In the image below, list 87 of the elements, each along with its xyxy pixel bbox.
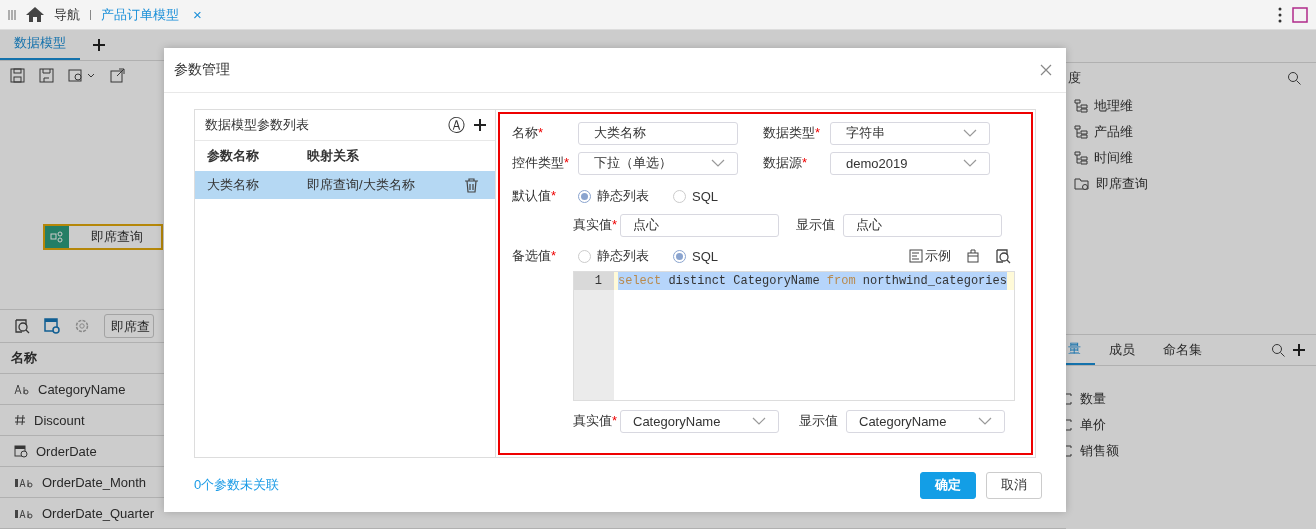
cancel-button[interactable]: 取消 xyxy=(986,471,1042,499)
home-icon[interactable] xyxy=(26,7,44,22)
field-label: 数据源* xyxy=(763,154,809,172)
panel-title: 度 xyxy=(1068,69,1081,87)
name-field[interactable]: 大类名称 xyxy=(578,121,738,145)
dimension-item[interactable]: 即席查询 xyxy=(1096,175,1148,193)
display-value-field[interactable]: 点心 xyxy=(843,213,1002,237)
dimension-item[interactable]: 时间维 xyxy=(1094,149,1133,167)
hash-icon xyxy=(14,414,26,426)
field-name: OrderDate_Quarter xyxy=(42,505,154,521)
field-name: OrderDate_Month xyxy=(42,474,147,490)
radio-label: 静态列表 xyxy=(597,247,649,265)
data-source-select[interactable]: demo2019 xyxy=(830,151,990,175)
measure-item[interactable]: 销售额 xyxy=(1080,442,1119,460)
radio-label: SQL xyxy=(692,248,718,264)
parameter-row[interactable]: 大类名称 即席查询/大类名称 xyxy=(195,171,495,199)
real-value-select[interactable]: CategoryName xyxy=(620,409,779,433)
radio-label: SQL xyxy=(692,188,718,204)
document-icon[interactable] xyxy=(909,249,923,263)
field-label: 显示值 xyxy=(799,412,839,430)
dialog-title: 参数管理 xyxy=(174,61,230,79)
more-icon[interactable] xyxy=(1278,6,1282,23)
settings-dropdown-icon[interactable] xyxy=(68,68,96,84)
field-label: 数据类型* xyxy=(763,124,822,142)
sql-editor[interactable]: 1 select distinct CategoryName from northwind_categories xyxy=(573,271,1015,401)
add-parameter-icon[interactable] xyxy=(473,118,487,132)
level-type-icon xyxy=(14,507,34,519)
chevron-icon xyxy=(978,417,992,425)
measure-item[interactable]: 数量 xyxy=(1080,390,1106,408)
add-icon[interactable] xyxy=(1292,343,1306,357)
search-icon[interactable] xyxy=(1271,342,1286,358)
panel-tab[interactable]: 命名集 xyxy=(1149,336,1216,364)
field-label: 显示值 xyxy=(796,216,836,234)
field-label: 控件类型* xyxy=(512,154,571,172)
search-icon[interactable] xyxy=(1287,70,1302,86)
maximize-icon[interactable] xyxy=(1292,6,1308,23)
line-number: 1 xyxy=(574,272,614,290)
close-icon[interactable] xyxy=(1040,64,1052,76)
search-field[interactable]: 即席查 xyxy=(104,314,154,338)
display-value-select[interactable]: CategoryName xyxy=(846,409,1005,433)
column-header: 参数名称 xyxy=(207,147,260,165)
real-value-field[interactable]: 点心 xyxy=(620,213,779,237)
query-icon xyxy=(50,231,64,244)
bracket-icon xyxy=(1066,419,1072,431)
add-tab-icon[interactable] xyxy=(92,38,106,53)
folder-icon xyxy=(1074,177,1090,191)
hierarchy-icon xyxy=(1074,99,1088,113)
chevron-icon xyxy=(711,159,725,167)
bracket-icon xyxy=(1066,445,1072,457)
text-type-icon xyxy=(14,383,30,395)
table-node[interactable]: 即席查询 xyxy=(43,224,163,251)
panel-title: 数据模型参数列表 xyxy=(205,116,310,134)
column-header: 映射关系 xyxy=(307,147,360,165)
control-type-select[interactable]: 下拉（单选） xyxy=(578,151,738,175)
preview-icon[interactable] xyxy=(995,248,1011,264)
dimension-item[interactable]: 地理维 xyxy=(1094,97,1133,115)
nav-link[interactable]: 导航 xyxy=(54,5,80,24)
panel-tab[interactable]: 成员 xyxy=(1095,336,1149,364)
example-link[interactable]: 示例 xyxy=(925,247,951,265)
clipboard-icon[interactable] xyxy=(967,249,979,263)
chevron-icon xyxy=(963,159,977,167)
chevron-icon xyxy=(963,129,977,137)
save-as-icon[interactable] xyxy=(39,68,54,84)
calendar-icon xyxy=(14,444,28,458)
radio-label: 静态列表 xyxy=(597,187,649,205)
window-settings-icon[interactable] xyxy=(44,318,60,334)
chevron-icon xyxy=(752,417,766,425)
trash-icon[interactable] xyxy=(465,177,478,193)
export-icon[interactable] xyxy=(110,68,125,84)
bracket-icon xyxy=(1066,393,1072,405)
dimension-item[interactable]: 产品维 xyxy=(1094,123,1133,141)
field-label: 真实值* xyxy=(573,412,619,430)
measure-item[interactable]: 单价 xyxy=(1080,416,1106,434)
field-name: CategoryName xyxy=(38,381,126,397)
field-label: 默认值* xyxy=(512,187,558,205)
field-label: 备选值* xyxy=(512,247,558,265)
hierarchy-icon xyxy=(1074,151,1088,165)
save-icon[interactable] xyxy=(10,68,25,84)
data-type-select[interactable]: 字符串 xyxy=(830,121,990,145)
auto-button[interactable]: Ⓐ xyxy=(448,113,465,137)
search-doc-icon[interactable] xyxy=(14,318,30,334)
field-name: Discount xyxy=(34,412,85,428)
field-label: 名称* xyxy=(512,124,545,142)
level-type-icon xyxy=(14,476,34,488)
field-label: 真实值* xyxy=(573,216,619,234)
hierarchy-icon xyxy=(1074,125,1088,139)
field-name: OrderDate xyxy=(36,443,97,459)
